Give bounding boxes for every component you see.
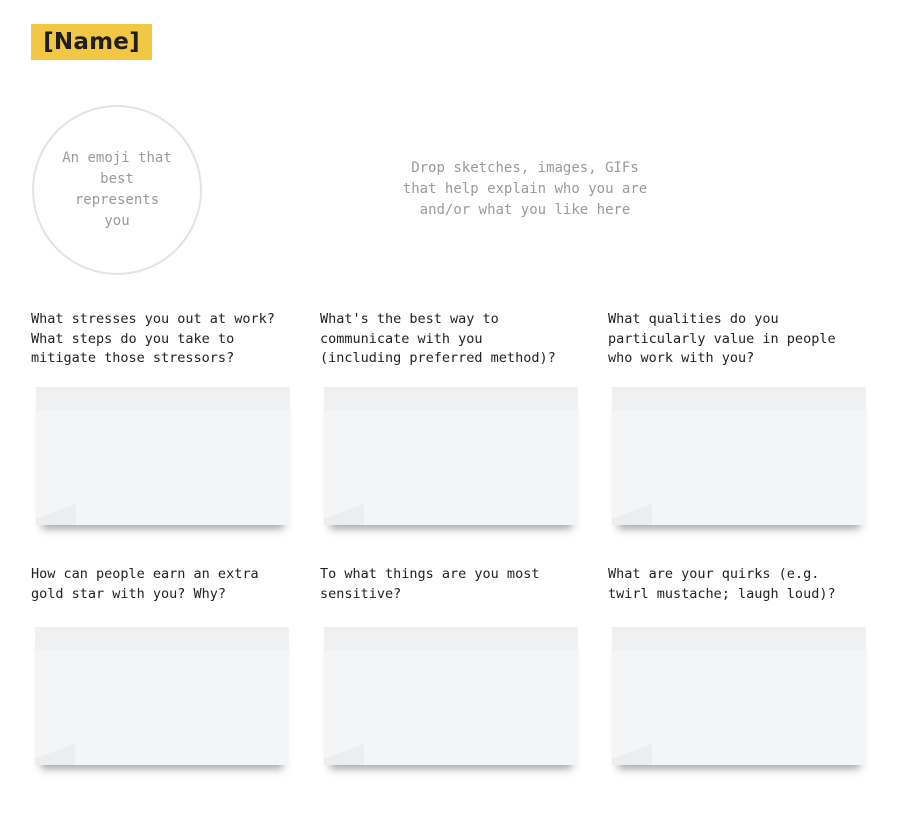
question-line: particularly value in people xyxy=(608,330,836,347)
question-gold-star: How can people earn an extra gold star w… xyxy=(31,565,299,604)
question-line: How can people earn an extra xyxy=(31,566,259,582)
question-stressors: What stresses you out at work? What step… xyxy=(31,310,299,369)
drop-zone-line: and/or what you like here xyxy=(419,202,631,218)
question-line: What steps do you take to xyxy=(31,330,235,347)
name-label: [Name] xyxy=(43,29,140,55)
question-line: who work with you? xyxy=(608,350,755,366)
question-line: What qualities do you xyxy=(608,311,779,327)
sticky-note-gold-star[interactable] xyxy=(35,627,289,765)
question-line: gold star with you? Why? xyxy=(31,585,227,602)
question-line: (including preferred method)? xyxy=(320,350,556,366)
question-line: twirl mustache; laugh loud)? xyxy=(608,585,836,602)
sticky-note-communication[interactable] xyxy=(324,387,578,525)
question-line: communicate with you xyxy=(320,330,483,347)
sticky-note-quirks[interactable] xyxy=(612,627,866,765)
emoji-placeholder-text: An emoji that best represents you xyxy=(62,150,172,229)
drop-zone-line: that help explain who you are xyxy=(402,181,648,197)
emoji-placeholder-circle[interactable]: An emoji that best represents you xyxy=(32,105,202,275)
image-drop-zone[interactable]: Drop sketches, images, GIFs that help ex… xyxy=(360,158,690,221)
question-sensitive: To what things are you most sensitive? xyxy=(320,565,588,604)
drop-zone-line: Drop sketches, images, GIFs xyxy=(411,160,639,176)
sticky-note-stressors[interactable] xyxy=(36,387,290,525)
question-line: What are your quirks (e.g. xyxy=(608,566,820,582)
question-quirks: What are your quirks (e.g. twirl mustach… xyxy=(608,565,876,604)
name-tag[interactable]: [Name] xyxy=(31,24,152,60)
sticky-note-sensitive[interactable] xyxy=(324,627,578,765)
question-line: To what things are you most xyxy=(320,566,540,582)
question-line: What's the best way to xyxy=(320,311,499,327)
sticky-note-qualities[interactable] xyxy=(612,387,866,525)
question-line: mitigate those stressors? xyxy=(31,350,235,366)
question-line: sensitive? xyxy=(320,585,402,602)
question-communication: What's the best way to communicate with … xyxy=(320,310,588,369)
question-line: What stresses you out at work? xyxy=(31,311,275,327)
question-qualities: What qualities do you particularly value… xyxy=(608,310,876,369)
